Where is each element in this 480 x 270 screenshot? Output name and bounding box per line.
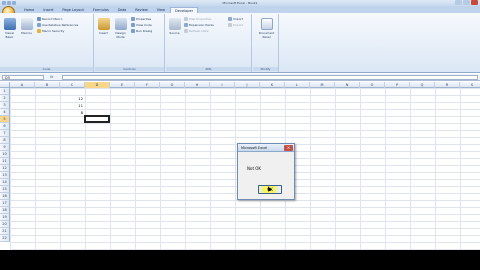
visual-basic-button[interactable]: Visual Basic bbox=[2, 18, 17, 39]
import-icon bbox=[228, 16, 232, 21]
row-header-5[interactable]: 5 bbox=[0, 116, 10, 123]
maximize-button[interactable] bbox=[463, 0, 470, 5]
active-cell[interactable] bbox=[84, 115, 110, 123]
relative-references-button[interactable]: Use Relative References bbox=[37, 22, 78, 27]
run-dialog-icon bbox=[131, 28, 135, 33]
row-header-14[interactable]: 14 bbox=[0, 179, 10, 186]
ribbon-tab-bar: Home Insert Page Layout Formulas Data Re… bbox=[0, 6, 480, 19]
row-header-22[interactable]: 22 bbox=[0, 235, 10, 242]
controls-group: Insert Design Mode Properties View Code … bbox=[95, 14, 165, 72]
row-header-21[interactable]: 21 bbox=[0, 228, 10, 235]
row-header-10[interactable]: 10 bbox=[0, 151, 10, 158]
visual-basic-icon bbox=[3, 18, 16, 30]
expansion-packs-button[interactable]: Expansion Packs bbox=[184, 22, 214, 27]
row-header-20[interactable]: 20 bbox=[0, 221, 10, 228]
modify-group: Document Panel Modify bbox=[253, 14, 279, 72]
cell-c3[interactable]: 11 bbox=[60, 102, 83, 109]
export-button[interactable]: Export bbox=[228, 22, 243, 27]
refresh-icon bbox=[184, 28, 188, 33]
import-button[interactable]: Import bbox=[228, 16, 243, 21]
quick-access-toolbar bbox=[2, 1, 16, 5]
view-code-icon bbox=[131, 22, 135, 27]
row-header-8[interactable]: 8 bbox=[0, 137, 10, 144]
code-group-label: Code bbox=[0, 67, 93, 71]
warning-icon bbox=[37, 28, 41, 33]
document-panel-button[interactable]: Document Panel bbox=[258, 18, 275, 39]
macros-button[interactable]: Macros bbox=[19, 18, 34, 35]
toolbox-icon bbox=[97, 18, 110, 30]
row-header-11[interactable]: 11 bbox=[0, 158, 10, 165]
formula-input[interactable] bbox=[62, 75, 478, 80]
properties-icon bbox=[131, 16, 135, 21]
xml-source-icon bbox=[168, 18, 181, 30]
view-code-button[interactable]: View Code bbox=[131, 22, 152, 27]
cell-c4[interactable]: 8 bbox=[60, 109, 83, 116]
close-window-button[interactable] bbox=[471, 0, 478, 5]
run-dialog-button[interactable]: Run Dialog bbox=[131, 28, 152, 33]
expansion-packs-icon bbox=[184, 22, 188, 27]
row-header-16[interactable]: 16 bbox=[0, 193, 10, 200]
xml-group: Source Map Properties Expansion Packs Re… bbox=[166, 14, 252, 72]
row-header-1[interactable]: 1 bbox=[0, 88, 10, 95]
redo-icon[interactable] bbox=[12, 1, 16, 5]
row-header-3[interactable]: 3 bbox=[0, 102, 10, 109]
fx-label[interactable]: fx bbox=[50, 75, 60, 80]
row-header-6[interactable]: 6 bbox=[0, 123, 10, 130]
map-properties-icon bbox=[184, 16, 188, 21]
dialog-message: Not OK bbox=[247, 166, 262, 171]
relative-references-icon bbox=[37, 22, 41, 27]
save-icon[interactable] bbox=[2, 1, 6, 5]
modify-group-label: Modify bbox=[253, 67, 278, 71]
formula-bar: D5 fx bbox=[0, 74, 480, 81]
row-header-2[interactable]: 2 bbox=[0, 95, 10, 102]
refresh-data-button[interactable]: Refresh Data bbox=[184, 28, 208, 33]
ribbon-panel: Visual Basic Macros Record Macro Use Rel… bbox=[0, 13, 480, 73]
insert-control-button[interactable]: Insert bbox=[96, 18, 111, 35]
row-header-19[interactable]: 19 bbox=[0, 214, 10, 221]
design-mode-button[interactable]: Design Mode bbox=[113, 18, 128, 39]
xml-group-label: XML bbox=[166, 67, 251, 71]
map-properties-button[interactable]: Map Properties bbox=[184, 16, 211, 21]
xml-source-button[interactable]: Source bbox=[167, 18, 182, 35]
row-header-7[interactable]: 7 bbox=[0, 130, 10, 137]
message-box-dialog: Microsoft Excel × Not OK OK bbox=[237, 143, 295, 200]
row-header-18[interactable]: 18 bbox=[0, 207, 10, 214]
row-header-17[interactable]: 17 bbox=[0, 200, 10, 207]
record-macro-button[interactable]: Record Macro bbox=[37, 16, 62, 21]
dialog-close-button[interactable]: × bbox=[284, 145, 293, 151]
undo-icon[interactable] bbox=[7, 1, 11, 5]
row-header-13[interactable]: 13 bbox=[0, 172, 10, 179]
macro-security-button[interactable]: Macro Security bbox=[37, 28, 64, 33]
cell-c2[interactable]: 12 bbox=[60, 95, 83, 102]
export-icon bbox=[228, 22, 232, 27]
name-box[interactable]: D5 bbox=[2, 75, 44, 80]
row-header-9[interactable]: 9 bbox=[0, 144, 10, 151]
record-macro-icon bbox=[37, 16, 41, 21]
macros-icon bbox=[20, 18, 33, 30]
window-title: Microsoft Excel - Book1 bbox=[222, 1, 258, 5]
code-group: Visual Basic Macros Record Macro Use Rel… bbox=[0, 14, 94, 72]
controls-group-label: Controls bbox=[95, 67, 164, 71]
dialog-title: Microsoft Excel bbox=[241, 146, 268, 150]
minimize-button[interactable] bbox=[455, 0, 462, 5]
excel-window: Microsoft Excel - Book1 Home Insert Page… bbox=[0, 0, 480, 250]
properties-button[interactable]: Properties bbox=[131, 16, 151, 21]
row-header-4[interactable]: 4 bbox=[0, 109, 10, 116]
row-header-15[interactable]: 15 bbox=[0, 186, 10, 193]
row-header-12[interactable]: 12 bbox=[0, 165, 10, 172]
letterbox-bar bbox=[0, 250, 480, 270]
design-mode-icon bbox=[114, 18, 127, 30]
dialog-title-bar: Microsoft Excel × bbox=[238, 144, 294, 152]
document-panel-icon bbox=[260, 18, 273, 30]
